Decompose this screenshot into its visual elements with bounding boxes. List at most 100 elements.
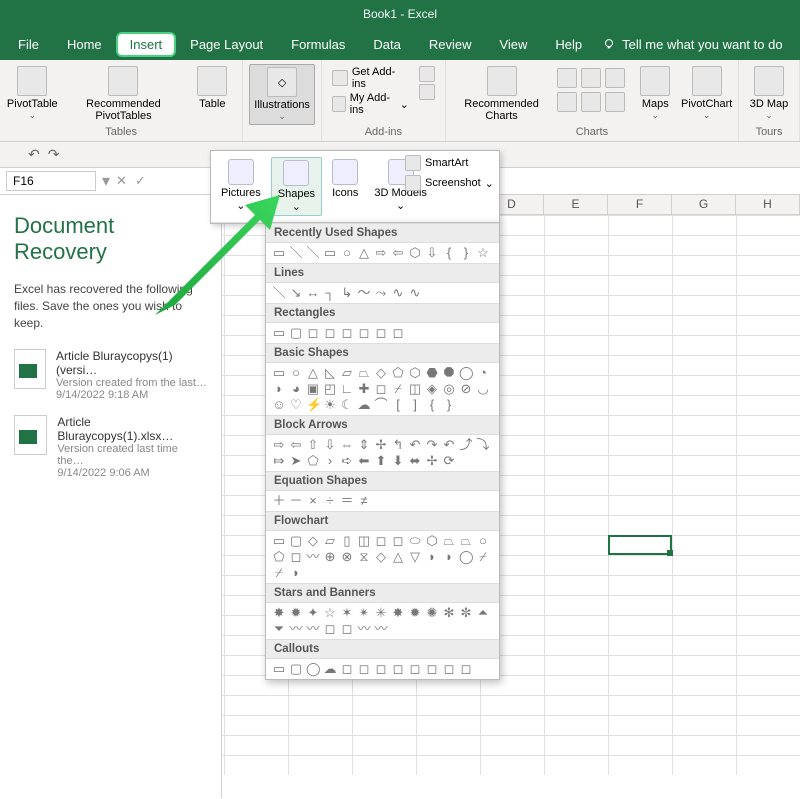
- shape-callout-border1[interactable]: ◻: [442, 662, 456, 676]
- shape-half-frame[interactable]: ◰: [323, 382, 337, 396]
- shape-trapezoid[interactable]: ⏢: [357, 366, 371, 380]
- shape-ribbon-up[interactable]: ⏶: [476, 606, 490, 620]
- recovered-file-item[interactable]: Article Bluraycopys(1) (versi… Version c…: [14, 349, 207, 401]
- shape-smiley[interactable]: ☺: [272, 398, 286, 412]
- tab-home[interactable]: Home: [53, 31, 116, 58]
- shape-callout-accent3[interactable]: ◻: [425, 662, 439, 676]
- shape-arrow-curve-l[interactable]: ↶: [442, 438, 456, 452]
- shape-process[interactable]: ▭: [272, 534, 286, 548]
- shape-preparation[interactable]: ⬡: [425, 534, 439, 548]
- shape-arrow-callout-lr[interactable]: ⬌: [408, 454, 422, 468]
- shape-scroll-v[interactable]: ◻: [323, 622, 337, 636]
- shape-arrow-r[interactable]: ⇨: [272, 438, 286, 452]
- shape-textbox[interactable]: ▭: [272, 366, 286, 380]
- tab-formulas[interactable]: Formulas: [277, 31, 359, 58]
- shape-arrow[interactable]: ↘: [289, 286, 303, 300]
- shape-merge[interactable]: ▽: [408, 550, 422, 564]
- shape-tape[interactable]: 〰: [306, 550, 320, 564]
- shape-callout-accent2[interactable]: ◻: [408, 662, 422, 676]
- shape-minus[interactable]: －: [289, 494, 303, 508]
- shape-ribbon-curved-down[interactable]: 〰: [306, 622, 320, 636]
- tab-insert[interactable]: Insert: [116, 32, 177, 57]
- shape-elbow-arrow[interactable]: ↳: [340, 286, 354, 300]
- shape-snip-rect[interactable]: ◻: [306, 326, 320, 340]
- col-header[interactable]: F: [608, 195, 672, 214]
- shape-arrow-callout-u[interactable]: ⬆: [374, 454, 388, 468]
- shape-pie[interactable]: ◔: [476, 366, 490, 380]
- shape-line[interactable]: ＼: [272, 286, 286, 300]
- map3d-button[interactable]: 3D Map⌄: [745, 64, 793, 124]
- shape-round1-rect[interactable]: ◻: [357, 326, 371, 340]
- shape-rounded-rect[interactable]: ▢: [289, 326, 303, 340]
- shape-arrow-uturn[interactable]: ↶: [408, 438, 422, 452]
- chart-scatter-icon[interactable]: [581, 92, 601, 112]
- shape-triangle[interactable]: △: [357, 246, 371, 260]
- shape-plus[interactable]: ＋: [272, 494, 286, 508]
- shape-wave[interactable]: 〰: [357, 622, 371, 636]
- shape-divide[interactable]: ÷: [323, 494, 337, 508]
- shape-arrow-notched[interactable]: ➤: [289, 454, 303, 468]
- shape-bracket-r[interactable]: ]: [408, 398, 422, 412]
- illustrations-button[interactable]: ◇Illustrations⌄: [249, 64, 315, 125]
- shape-sun[interactable]: ☀: [323, 398, 337, 412]
- shape-line[interactable]: ＼: [289, 246, 303, 260]
- shape-arc[interactable]: ⌒: [374, 398, 388, 412]
- tell-me-search[interactable]: Tell me what you want to do: [602, 37, 782, 52]
- bing-icon[interactable]: [419, 66, 435, 82]
- shape-sort[interactable]: ◇: [374, 550, 388, 564]
- shape-24pt-star[interactable]: ✻: [442, 606, 456, 620]
- shape-curve-arrow[interactable]: ⤳: [374, 286, 388, 300]
- tab-view[interactable]: View: [485, 31, 541, 58]
- shape-hexagon[interactable]: ⬡: [408, 246, 422, 260]
- col-header[interactable]: G: [672, 195, 736, 214]
- shape-arrow-bent[interactable]: ↰: [391, 438, 405, 452]
- tab-review[interactable]: Review: [415, 31, 486, 58]
- shape-heptagon[interactable]: ⬣: [425, 366, 439, 380]
- shape-arrow-right[interactable]: ⇨: [374, 246, 388, 260]
- shape-arrow-curve-d[interactable]: ⤵: [476, 438, 490, 452]
- maps-button[interactable]: Maps⌄: [631, 64, 679, 124]
- cancel-icon[interactable]: ✕: [116, 173, 127, 189]
- shape-ribbon-curved-up[interactable]: 〰: [289, 622, 303, 636]
- shape-arrow-callout-l[interactable]: ⬅: [357, 454, 371, 468]
- shape-arrow-callout-quad[interactable]: ✢: [425, 454, 439, 468]
- shape-arrow-down[interactable]: ⇩: [425, 246, 439, 260]
- shape-lightning[interactable]: ⚡: [306, 398, 320, 412]
- shape-arrow-callout-r[interactable]: ➪: [340, 454, 354, 468]
- chart-combo-icon[interactable]: [605, 92, 625, 112]
- shape-arrow-d[interactable]: ⇩: [323, 438, 337, 452]
- shape-manual-op[interactable]: ⏢: [459, 534, 473, 548]
- shape-not-equal[interactable]: ≠: [357, 494, 371, 508]
- shape-callout-line1[interactable]: ◻: [340, 662, 354, 676]
- shape-rect[interactable]: ▭: [323, 246, 337, 260]
- shape-arrow-chevron[interactable]: ›: [323, 454, 337, 468]
- chart-pie-icon[interactable]: [605, 68, 625, 88]
- shape-block-arc[interactable]: ◡: [476, 382, 490, 396]
- shape-summing[interactable]: ⊕: [323, 550, 337, 564]
- shape-double-arrow[interactable]: ↔: [306, 286, 320, 300]
- shape-callout-oval[interactable]: ◯: [306, 662, 320, 676]
- shape-6pt-star[interactable]: ✶: [340, 606, 354, 620]
- people-icon[interactable]: [419, 84, 435, 100]
- shape-moon[interactable]: ☾: [340, 398, 354, 412]
- shape-manual-input[interactable]: ⏢: [442, 534, 456, 548]
- shape-arrow-curve-r[interactable]: ↷: [425, 438, 439, 452]
- shape-arrow-callout-d[interactable]: ⬇: [391, 454, 405, 468]
- shape-arrow-lr[interactable]: ⇔: [340, 438, 354, 452]
- shape-cloud[interactable]: ☁: [357, 398, 371, 412]
- shape-predefined[interactable]: ▯: [340, 534, 354, 548]
- shape-10pt-star[interactable]: ✸: [391, 606, 405, 620]
- shapes-button[interactable]: Shapes⌄: [271, 157, 322, 216]
- shape-callout-round[interactable]: ▢: [289, 662, 303, 676]
- tab-page-layout[interactable]: Page Layout: [176, 31, 277, 58]
- shape-arrow-l[interactable]: ⇦: [289, 438, 303, 452]
- shape-rtriangle[interactable]: ◺: [323, 366, 337, 380]
- shape-card[interactable]: ◻: [289, 550, 303, 564]
- shape-data[interactable]: ▱: [323, 534, 337, 548]
- shape-snip2-rect[interactable]: ◻: [323, 326, 337, 340]
- shape-arrow-circular[interactable]: ⟳: [442, 454, 456, 468]
- shape-textbox[interactable]: ▭: [272, 246, 286, 260]
- shape-explosion2[interactable]: ✹: [289, 606, 303, 620]
- shape-direct-access[interactable]: ⌿: [272, 566, 286, 580]
- shape-bracket-l[interactable]: [: [391, 398, 405, 412]
